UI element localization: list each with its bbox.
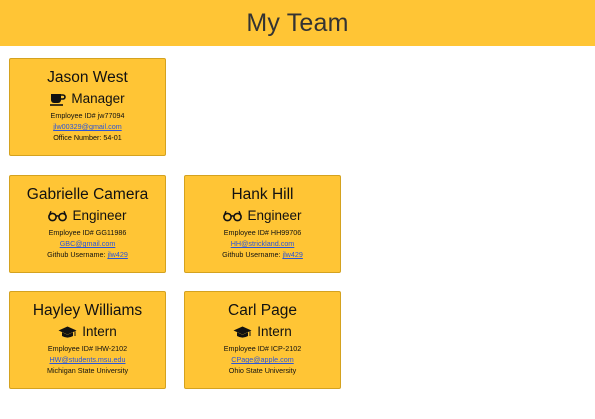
employee-id: Employee ID# ICP-2102 xyxy=(223,344,302,353)
employee-id: Employee ID# jw77094 xyxy=(50,111,125,120)
role-label: Intern xyxy=(82,324,117,339)
employee-name: Hayley Williams xyxy=(32,302,143,319)
employee-card-engineer: Hank Hill Engineer Employee ID# HH99706 … xyxy=(184,175,341,273)
github-username: Github Username: jlw429 xyxy=(185,249,340,260)
github-label: Github Username: xyxy=(47,250,108,259)
employee-name: Gabrielle Camera xyxy=(26,186,149,203)
employee-id: Employee ID# IHW-2102 xyxy=(47,344,128,353)
employee-name: Carl Page xyxy=(228,302,297,319)
office-number: Office Number: 54-01 xyxy=(53,133,122,142)
role-label: Engineer xyxy=(72,208,127,223)
employee-role: Intern xyxy=(10,324,165,340)
github-label: Github Username: xyxy=(222,250,283,259)
school: Ohio State University xyxy=(228,366,297,375)
employee-card-intern: Carl Page Intern Employee ID# ICP-2102 C… xyxy=(184,291,341,389)
employee-card-engineer: Gabrielle Camera Engineer Employee ID# G… xyxy=(9,175,166,273)
github-username: Github Username: jlw429 xyxy=(10,249,165,260)
github-link[interactable]: jlw429 xyxy=(107,250,127,259)
employee-role: Intern xyxy=(185,324,340,340)
email-link[interactable]: jlw00329@gmail.com xyxy=(53,122,121,131)
employee-role: Engineer xyxy=(10,208,165,224)
employee-id: Employee ID# HH99706 xyxy=(223,228,302,237)
glasses-icon xyxy=(48,210,68,222)
role-label: Manager xyxy=(71,91,125,106)
school: Michigan State University xyxy=(46,366,129,375)
email-link[interactable]: HW@students.msu.edu xyxy=(49,355,125,364)
coffee-cup-icon xyxy=(50,93,67,106)
email-link[interactable]: HH@strickland.com xyxy=(231,239,295,248)
github-link[interactable]: jlw429 xyxy=(282,250,302,259)
employee-id: Employee ID# GG11986 xyxy=(48,228,127,237)
graduation-cap-icon xyxy=(58,326,77,339)
email-link[interactable]: GBC@gmail.com xyxy=(60,239,116,248)
employee-role: Manager xyxy=(10,91,165,107)
employee-name: Hank Hill xyxy=(231,186,294,203)
page-title: My Team xyxy=(246,8,349,37)
glasses-icon xyxy=(223,210,243,222)
page-header: My Team xyxy=(0,0,595,46)
employee-card-manager: Jason West Manager Employee ID# jw77094 … xyxy=(9,58,166,156)
employee-name: Jason West xyxy=(47,69,128,86)
role-label: Intern xyxy=(257,324,292,339)
employee-card-intern: Hayley Williams Intern Employee ID# IHW-… xyxy=(9,291,166,389)
role-label: Engineer xyxy=(247,208,302,223)
email-link[interactable]: CPage@apple.com xyxy=(231,355,293,364)
graduation-cap-icon xyxy=(233,326,252,339)
employee-role: Engineer xyxy=(185,208,340,224)
